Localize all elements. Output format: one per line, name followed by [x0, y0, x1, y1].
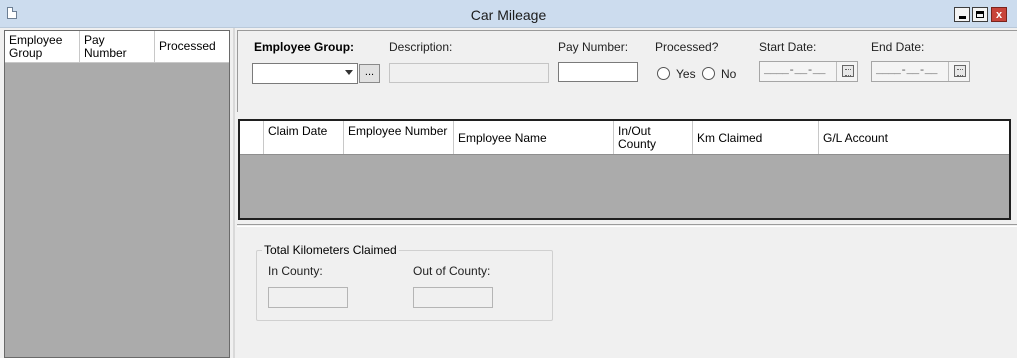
filter-panel: Employee Group: ... Description: Pay Num… — [237, 30, 1017, 112]
start-date-divider — [836, 62, 837, 81]
window-title: Car Mileage — [470, 7, 547, 23]
processed-yes-label[interactable]: Yes — [676, 67, 696, 81]
end-date-value: ____-__-__ — [876, 65, 938, 77]
calendar-icon[interactable] — [842, 65, 854, 77]
pay-number-label: Pay Number: — [558, 40, 629, 54]
column-header-employee-name[interactable]: Employee Name — [454, 121, 614, 154]
column-header-employee-group[interactable]: Employee Group — [5, 31, 80, 62]
title-bar: Car Mileage x — [0, 0, 1017, 28]
section-divider-highlight — [237, 226, 1017, 227]
employee-group-browse-button[interactable]: ... — [359, 64, 380, 83]
pay-runs-grid[interactable]: Employee Group Pay Number Processed — [4, 30, 230, 358]
pay-number-field[interactable] — [558, 62, 638, 82]
pane-splitter[interactable] — [233, 28, 235, 358]
start-date-picker[interactable]: ____-__-__ — [759, 61, 858, 82]
processed-label: Processed? — [655, 40, 719, 54]
total-km-groupbox — [256, 250, 553, 321]
processed-no-radio[interactable] — [702, 67, 715, 80]
processed-yes-radio[interactable] — [657, 67, 670, 80]
minimize-icon — [958, 15, 966, 19]
in-county-label: In County: — [268, 264, 323, 278]
close-icon: x — [995, 8, 1003, 21]
column-header-in-out-county[interactable]: In/Out County — [614, 121, 693, 154]
pay-runs-grid-header: Employee Group Pay Number Processed — [5, 31, 229, 63]
column-header-gl-account[interactable]: G/L Account — [819, 121, 1009, 154]
out-of-county-field — [413, 287, 493, 308]
end-date-label: End Date: — [871, 40, 925, 54]
column-header-claim-date[interactable]: Claim Date — [264, 121, 344, 154]
employee-group-label: Employee Group: — [254, 40, 355, 54]
column-header-processed[interactable]: Processed — [155, 31, 229, 62]
section-divider — [237, 224, 1017, 225]
total-km-group-title: Total Kilometers Claimed — [262, 243, 399, 257]
in-county-field — [268, 287, 348, 308]
start-date-label: Start Date: — [759, 40, 817, 54]
employee-group-select[interactable] — [252, 63, 358, 84]
minimize-button[interactable] — [954, 7, 970, 22]
column-header-pay-number[interactable]: Pay Number — [80, 31, 155, 62]
calendar-icon[interactable] — [954, 65, 966, 77]
end-date-picker[interactable]: ____-__-__ — [871, 61, 970, 82]
description-field — [389, 63, 549, 83]
close-button[interactable]: x — [991, 7, 1007, 22]
out-of-county-label: Out of County: — [413, 264, 491, 278]
column-header-employee-number[interactable]: Employee Number — [344, 121, 454, 154]
end-date-divider — [948, 62, 949, 81]
row-selector-header — [240, 121, 264, 154]
maximize-icon — [976, 11, 984, 18]
maximize-button[interactable] — [972, 7, 988, 22]
chevron-down-icon — [345, 70, 353, 75]
start-date-value: ____-__-__ — [764, 65, 826, 77]
column-header-km-claimed[interactable]: Km Claimed — [693, 121, 819, 154]
description-label: Description: — [389, 40, 453, 54]
processed-no-label[interactable]: No — [721, 67, 736, 81]
claims-grid-header: Claim Date Employee Number Employee Name… — [240, 121, 1009, 155]
claims-grid[interactable]: Claim Date Employee Number Employee Name… — [238, 119, 1011, 220]
